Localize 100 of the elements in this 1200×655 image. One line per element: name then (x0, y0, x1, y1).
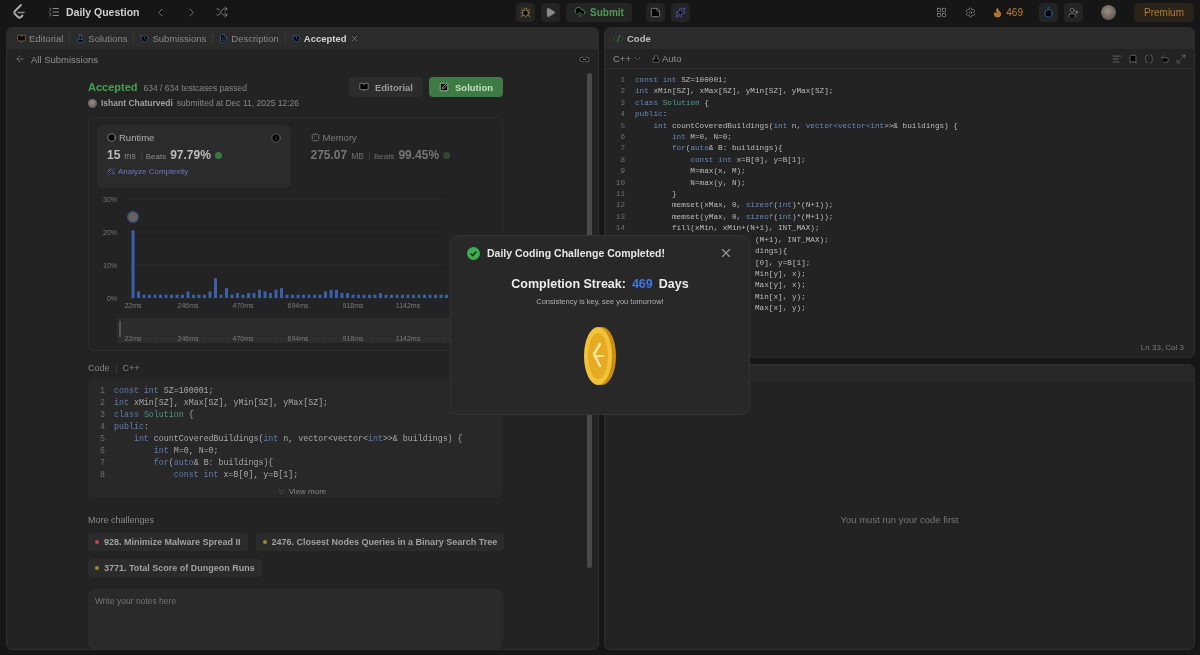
code-line: class Solution { (114, 408, 194, 421)
code-label: Code (88, 363, 110, 374)
chevron-down-icon (632, 54, 642, 63)
chart-bar (373, 295, 377, 299)
chart-bar (285, 295, 289, 299)
chart-bar (340, 293, 344, 299)
format-icon[interactable] (1112, 53, 1122, 64)
chart-bar (445, 295, 448, 299)
chart-bar (280, 288, 283, 299)
chart-bar (434, 295, 437, 299)
beats-label: Beats (145, 152, 167, 162)
badge-icon (214, 152, 222, 160)
arrow-left-icon (15, 54, 25, 64)
streak-value: 469 (631, 277, 653, 291)
chart-bar (263, 291, 267, 299)
chart-bar (197, 295, 201, 299)
undo-icon[interactable] (1160, 53, 1170, 64)
notes-button[interactable] (645, 2, 665, 22)
language-select[interactable]: C++ (613, 53, 642, 64)
wand-icon (107, 167, 115, 176)
play-icon (545, 6, 557, 18)
chart-bar (203, 295, 206, 299)
back-link[interactable]: All Submissions (15, 53, 99, 65)
flask-icon (76, 34, 86, 43)
grid-icon[interactable] (936, 6, 948, 18)
flame-icon (992, 6, 1004, 18)
debug-button[interactable] (516, 2, 536, 22)
chart-bar (159, 295, 162, 299)
tab[interactable]: Submissions (134, 33, 214, 44)
analyze-link[interactable]: Analyze Complexity (107, 167, 281, 177)
braces-icon[interactable] (1144, 53, 1154, 64)
status-text: Accepted (88, 81, 138, 93)
run-button[interactable] (541, 2, 561, 22)
cloud-upload-icon (574, 6, 587, 18)
chart-bar (428, 295, 432, 299)
logo-icon[interactable] (12, 4, 26, 20)
mode-select[interactable]: Auto (651, 53, 682, 64)
pen-icon (439, 82, 449, 92)
chart-bar (401, 295, 404, 299)
tab[interactable]: Solutions (70, 33, 135, 44)
submit-button[interactable]: Submit (566, 2, 632, 22)
tab[interactable]: Editorial (11, 33, 71, 44)
book-icon (17, 34, 26, 43)
chart-bar (269, 293, 272, 299)
code-line: public: (114, 421, 149, 433)
stat-card[interactable]: Runtime 15 ms Beats 97.79% Analyze Complexity (97, 125, 291, 189)
close-icon[interactable] (349, 34, 359, 43)
tab[interactable]: Accepted (285, 33, 365, 44)
chart-bar (439, 295, 443, 299)
stat-card[interactable]: Memory 275.07 MB Beats 99.45% (300, 125, 494, 189)
author-name[interactable]: Ishant Chaturvedi (101, 98, 173, 108)
problem-title[interactable]: Daily Question (66, 6, 140, 18)
chart-bar (351, 295, 355, 299)
timer-icon (1043, 6, 1054, 18)
coin-drawing (583, 326, 617, 386)
lock-icon (651, 54, 660, 63)
submitted-text: submitted at Dec 11, 2025 12:26 (176, 98, 300, 108)
line-number: 5 (100, 433, 106, 446)
add-user-button[interactable] (1064, 2, 1083, 22)
settings-icon[interactable] (965, 6, 977, 18)
line-number: 7 (100, 457, 106, 470)
code-line: const int SZ=100001; (114, 384, 214, 397)
streak-unit: Days (658, 277, 689, 291)
timer-button[interactable] (1039, 2, 1058, 22)
chart-bar (368, 295, 371, 299)
dialog-title: Daily Coding Challenge Completed! (487, 247, 665, 259)
maximize-icon[interactable] (1176, 53, 1186, 64)
sparkle-button[interactable] (670, 2, 690, 22)
shuffle-icon[interactable] (215, 6, 228, 18)
chart-bar (324, 291, 327, 299)
notes-field[interactable]: Write your notes here (88, 589, 503, 649)
challenge-chip[interactable]: 3771. Total Score of Dungeon Runs (88, 559, 262, 577)
premium-button[interactable]: Premium (1134, 2, 1194, 22)
chart-bar (406, 295, 410, 299)
chart-bar (362, 295, 366, 299)
list-icon[interactable] (48, 6, 60, 18)
chart-bar (318, 295, 322, 299)
user-plus-icon (1068, 6, 1079, 18)
stat-label: Runtime (107, 132, 155, 144)
stat-unit: ms (124, 151, 142, 162)
close-button[interactable] (719, 246, 733, 260)
bookmark-icon[interactable] (1128, 53, 1138, 64)
chart-bar (131, 230, 135, 299)
info-icon[interactable] (270, 132, 281, 143)
editorial-button[interactable]: Editorial (349, 77, 423, 97)
challenge-chip[interactable]: 2476. Closest Nodes Queries in a Binary Search Tree (255, 533, 505, 551)
chart-bar (395, 295, 399, 299)
view-more-link[interactable]: View more (276, 487, 327, 497)
chart-bar (302, 295, 305, 299)
chart-bar (291, 295, 294, 299)
tab[interactable]: Description (213, 33, 286, 44)
solution-button[interactable]: Solution (429, 77, 503, 97)
chart-bar (225, 288, 228, 299)
chart-bar (153, 295, 157, 299)
line-number: 4 (100, 421, 106, 433)
streak-counter[interactable]: 469 (992, 6, 1023, 18)
bug-icon (520, 6, 532, 18)
challenge-chip[interactable]: 928. Minimize Malware Spread II (88, 533, 248, 551)
chart-bar (412, 295, 415, 299)
avatar[interactable] (1101, 4, 1116, 20)
